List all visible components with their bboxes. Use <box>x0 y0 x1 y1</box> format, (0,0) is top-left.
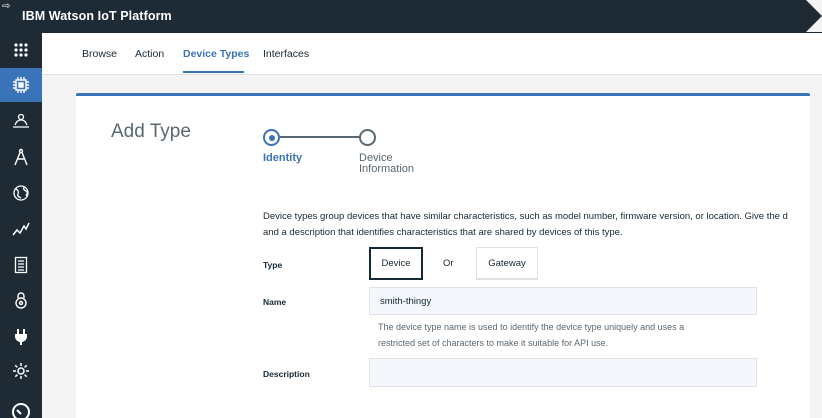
name-helper-line-1: The device type name is used to identify… <box>378 322 685 332</box>
step-connector <box>280 136 359 138</box>
analytics-icon[interactable] <box>0 212 42 246</box>
plug-icon[interactable] <box>0 320 42 354</box>
chip-icon[interactable] <box>0 68 42 102</box>
add-type-card: Add Type Identity Device Information Dev… <box>76 93 810 418</box>
device-type-option[interactable]: Device <box>369 247 423 280</box>
card-accent-bar <box>76 93 810 96</box>
tab-device-types[interactable]: Device Types <box>183 48 249 60</box>
tab-action[interactable]: Action <box>135 48 164 60</box>
app-grid-icon[interactable] <box>0 33 42 67</box>
active-tab-indicator <box>183 71 244 73</box>
members-icon[interactable] <box>0 104 42 138</box>
step-device-information-indicator[interactable] <box>359 129 376 146</box>
gateway-type-option[interactable]: Gateway <box>476 247 538 280</box>
tab-browse[interactable]: Browse <box>82 48 117 60</box>
intro-line-1: Device types group devices that have sim… <box>263 211 788 222</box>
sidebar <box>0 33 42 418</box>
type-label: Type <box>263 260 283 270</box>
description-label: Description <box>263 369 310 379</box>
name-label: Name <box>263 297 287 307</box>
security-icon[interactable] <box>0 284 42 318</box>
intro-line-2: and a description that identifies charac… <box>263 227 623 238</box>
help-icon[interactable] <box>0 391 42 418</box>
globe-icon[interactable] <box>0 176 42 210</box>
or-separator: Or <box>443 258 454 269</box>
arrow-right-icon[interactable]: ⇨ <box>2 2 10 12</box>
name-helper-line-2: restricted set of characters to make it … <box>378 338 609 348</box>
tab-bar: Browse Action Device Types Interfaces <box>42 33 822 75</box>
gear-icon[interactable] <box>0 354 42 388</box>
step-identity-indicator[interactable] <box>263 129 280 146</box>
name-helper-text: The device type name is used to identify… <box>378 319 758 351</box>
top-bar: ⇨ IBM Watson IoT Platform <box>0 0 822 33</box>
step-identity-label: Identity <box>263 152 303 164</box>
page-title: Add Type <box>111 121 191 142</box>
intro-text: Device types group devices that have sim… <box>263 209 810 241</box>
name-field[interactable] <box>369 287 757 315</box>
app-title: IBM Watson IoT Platform <box>22 9 172 23</box>
compass-icon[interactable] <box>0 140 42 174</box>
description-field[interactable] <box>369 358 757 387</box>
step-device-information-label-line2: Information <box>359 163 415 175</box>
document-icon[interactable] <box>0 248 42 282</box>
tab-interfaces[interactable]: Interfaces <box>263 48 309 60</box>
header-notch <box>806 0 822 32</box>
